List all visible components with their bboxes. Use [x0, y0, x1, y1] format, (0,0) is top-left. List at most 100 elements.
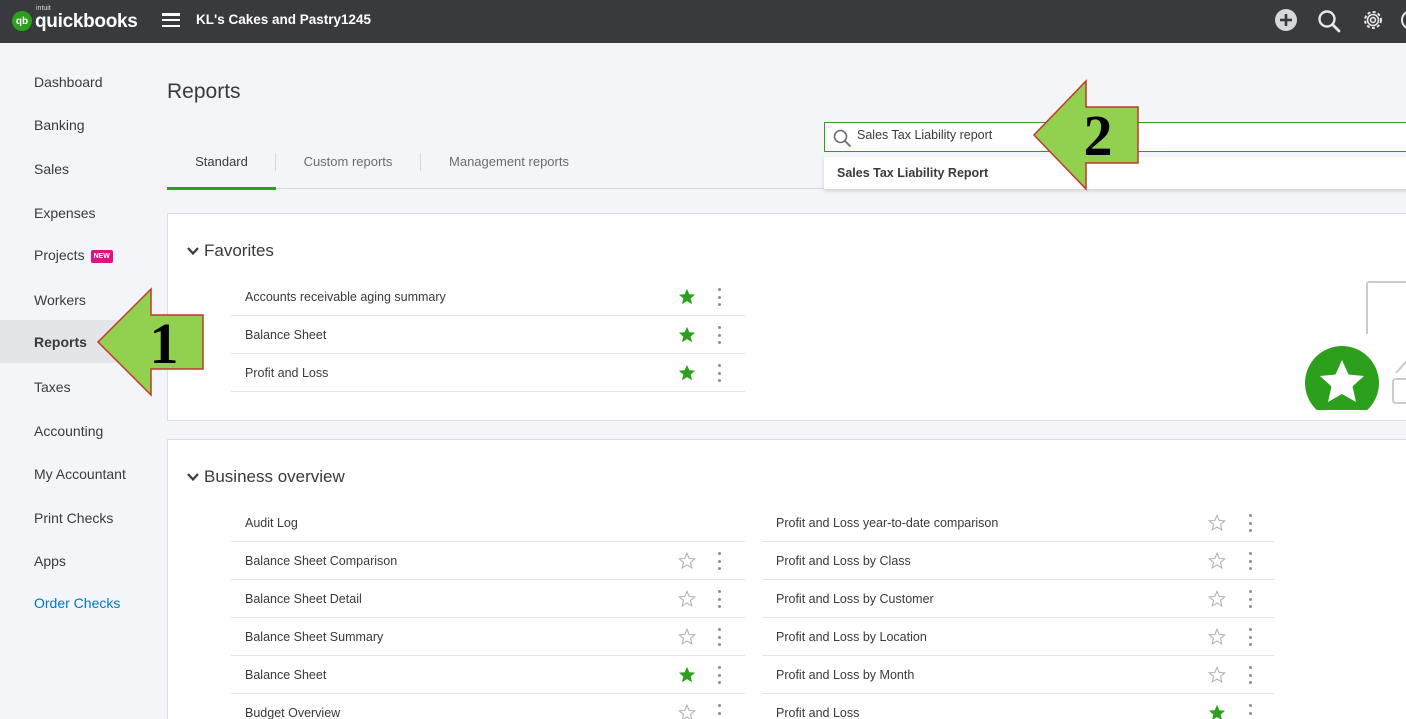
sidebar-item-print-checks[interactable]: Print Checks: [0, 497, 158, 539]
report-name: Audit Log: [245, 516, 298, 530]
chevron-down-icon: [187, 247, 199, 256]
sidebar-item-my-accountant[interactable]: My Accountant: [0, 453, 158, 495]
sidebar-item-label: Apps: [34, 553, 66, 569]
sidebar-item-expenses[interactable]: Expenses: [0, 192, 158, 234]
report-row[interactable]: Accounts receivable aging summary: [231, 278, 745, 316]
sidebar-item-label: Dashboard: [34, 74, 103, 90]
star-filled-icon[interactable]: [1208, 704, 1226, 719]
tab-standard[interactable]: Standard: [167, 148, 276, 190]
report-row[interactable]: Profit and Loss by Class: [762, 542, 1274, 580]
sidebar-item-label: Sales: [34, 161, 70, 177]
report-row[interactable]: Profit and Loss by Month: [762, 656, 1274, 694]
report-name: Balance Sheet Detail: [245, 592, 362, 606]
report-row[interactable]: Balance Sheet Detail: [231, 580, 745, 618]
search-icon: [833, 129, 851, 147]
report-row[interactable]: Audit Log: [231, 504, 745, 542]
gear-icon[interactable]: [1360, 9, 1386, 35]
sidebar-item-label: Order Checks: [34, 595, 121, 611]
star-outline-icon[interactable]: [678, 552, 696, 570]
qb-logo-icon: qb: [12, 11, 32, 31]
tab-divider: [420, 153, 421, 171]
business-overview-header[interactable]: Business overview: [186, 467, 345, 487]
annotation-arrow-2: 2: [1032, 79, 1139, 191]
report-name: Balance Sheet: [245, 668, 327, 682]
sidebar-item-label: Workers: [34, 292, 86, 308]
report-row[interactable]: Profit and Loss: [762, 694, 1274, 719]
report-name: Budget Overview: [245, 706, 341, 719]
tab-divider: [275, 153, 276, 171]
star-outline-icon[interactable]: [1208, 666, 1226, 684]
annotation-arrow-1: 1: [96, 287, 204, 397]
quickbooks-logo[interactable]: qb intuit quickbooks: [12, 5, 138, 33]
more-options-icon[interactable]: [716, 666, 722, 684]
star-filled-icon[interactable]: [678, 666, 696, 684]
sidebar-item-banking[interactable]: Banking: [0, 104, 158, 146]
logo-intuit-text: intuit: [36, 5, 51, 12]
star-outline-icon[interactable]: [1208, 628, 1226, 646]
page-title: Reports: [167, 80, 241, 103]
more-options-icon[interactable]: [716, 288, 722, 306]
report-row[interactable]: Profit and Loss by Location: [762, 618, 1274, 656]
more-options-icon[interactable]: [1247, 590, 1253, 608]
report-name: Profit and Loss by Class: [776, 554, 911, 568]
sidebar-item-sales[interactable]: Sales: [0, 148, 158, 190]
logo-wordmark: quickbooks: [35, 11, 138, 32]
favorites-illustration: [1303, 281, 1406, 412]
sidebar-item-label: Accounting: [34, 423, 104, 439]
star-filled-icon[interactable]: [678, 364, 696, 382]
report-row[interactable]: Budget Overview: [231, 694, 745, 719]
star-outline-icon[interactable]: [1208, 552, 1226, 570]
report-row[interactable]: Profit and Loss by Customer: [762, 580, 1274, 618]
sidebar-item-projects[interactable]: Projects NEW: [0, 234, 158, 276]
sidebar-item-label: Reports: [34, 334, 87, 350]
report-name: Balance Sheet: [245, 328, 327, 342]
tab-management-reports[interactable]: Management reports: [433, 148, 585, 189]
report-row[interactable]: Profit and Loss year-to-date comparison: [762, 504, 1274, 542]
more-options-icon[interactable]: [716, 704, 722, 719]
company-name: KL's Cakes and Pastry1245: [196, 12, 372, 27]
report-row[interactable]: Balance Sheet Comparison: [231, 542, 745, 580]
sidebar-item-label: Print Checks: [34, 510, 114, 526]
hamburger-menu-icon[interactable]: [162, 13, 180, 27]
sidebar-item-label: Banking: [34, 117, 85, 133]
sidebar-item-order-checks[interactable]: Order Checks: [0, 582, 158, 624]
arrow-2-number: 2: [1084, 103, 1113, 168]
sidebar-item-accounting[interactable]: Accounting: [0, 410, 158, 452]
help-icon[interactable]: [1400, 9, 1406, 35]
star-filled-icon[interactable]: [678, 326, 696, 344]
report-name: Profit and Loss: [776, 706, 860, 719]
business-overview-card: Business overview Audit Log Balance Shee…: [167, 439, 1406, 719]
tab-custom-reports[interactable]: Custom reports: [285, 148, 411, 189]
favorites-header[interactable]: Favorites: [186, 241, 274, 261]
more-options-icon[interactable]: [716, 590, 722, 608]
star-outline-icon[interactable]: [678, 628, 696, 646]
sidebar-item-label: Projects: [34, 247, 85, 263]
search-icon[interactable]: [1317, 9, 1343, 35]
section-title: Business overview: [204, 467, 345, 486]
more-options-icon[interactable]: [1247, 514, 1253, 532]
report-row[interactable]: Balance Sheet: [231, 316, 745, 354]
more-options-icon[interactable]: [1247, 666, 1253, 684]
section-title: Favorites: [204, 241, 274, 260]
sidebar-item-label: Taxes: [34, 379, 71, 395]
star-outline-icon[interactable]: [678, 704, 696, 719]
plus-circle-icon[interactable]: [1274, 9, 1300, 35]
sidebar-item-apps[interactable]: Apps: [0, 540, 158, 582]
more-options-icon[interactable]: [1247, 552, 1253, 570]
new-badge: NEW: [90, 249, 113, 263]
sidebar-item-dashboard[interactable]: Dashboard: [0, 61, 158, 103]
report-row[interactable]: Profit and Loss: [231, 354, 745, 392]
star-outline-icon[interactable]: [1208, 590, 1226, 608]
report-row[interactable]: Balance Sheet: [231, 656, 745, 694]
more-options-icon[interactable]: [1247, 628, 1253, 646]
more-options-icon[interactable]: [716, 364, 722, 382]
more-options-icon[interactable]: [716, 628, 722, 646]
report-row[interactable]: Balance Sheet Summary: [231, 618, 745, 656]
star-filled-icon[interactable]: [678, 288, 696, 306]
star-outline-icon[interactable]: [1208, 514, 1226, 532]
sidebar-item-label: Expenses: [34, 205, 96, 221]
more-options-icon[interactable]: [1247, 704, 1253, 719]
more-options-icon[interactable]: [716, 326, 722, 344]
more-options-icon[interactable]: [716, 552, 722, 570]
star-outline-icon[interactable]: [678, 590, 696, 608]
